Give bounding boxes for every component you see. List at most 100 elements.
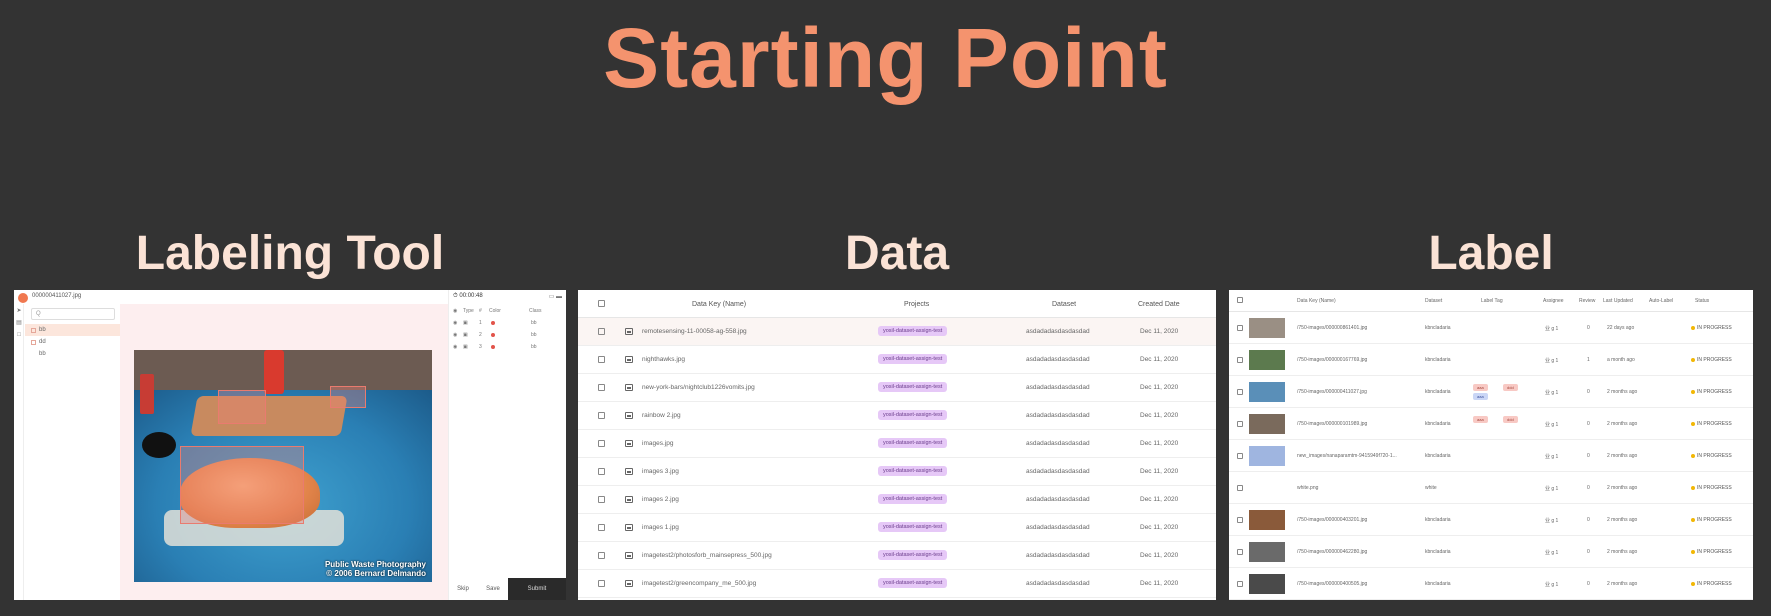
project-pill[interactable]: yosil-dataset-assign-test [878,354,948,364]
data-key[interactable]: /750-images/000000462280.jpg [1297,549,1367,555]
row-checkbox[interactable] [598,412,605,419]
row-checkbox[interactable] [1237,517,1243,523]
table-row[interactable]: /750-images/000000411027.jpg kbncladaria 业… [1229,376,1753,408]
annotation-row[interactable]: ◉ ▣ 1 bb [449,320,566,330]
table-row[interactable]: imagetest2/greencompany_me_500.jpg yosil-… [578,570,1216,598]
layer-item[interactable]: bb [25,348,120,360]
row-checkbox[interactable] [598,580,605,587]
row-checkbox[interactable] [598,552,605,559]
label-tag[interactable]: aaa [1473,384,1488,391]
table-row[interactable]: images 2.jpg yosil-dataset-assign-test asd… [578,486,1216,514]
table-row[interactable]: /750-images/000000403201.jpg kbncladaria 业… [1229,504,1753,536]
row-checkbox[interactable] [1237,325,1243,331]
project-pill[interactable]: yosil-dataset-assign-test [878,382,948,392]
table-row[interactable]: /750-images/000000861401.jpg kbncladaria 业… [1229,312,1753,344]
data-key[interactable]: images 1.jpg [642,524,679,531]
row-checkbox[interactable] [1237,421,1243,427]
layer-item[interactable]: dd [25,336,120,348]
label-tag[interactable]: aaa [1473,393,1488,400]
table-row[interactable]: new_images/nanaparamtm-9415949f720-1... k… [1229,440,1753,472]
eye-icon[interactable]: ◉ [453,332,457,338]
data-key[interactable]: /750-images/000000101989.jpg [1297,421,1367,427]
project-pill[interactable]: yosil-dataset-assign-test [878,550,948,560]
table-row[interactable]: /750-images/000000400505.jpg kbncladaria 业… [1229,568,1753,600]
row-checkbox[interactable] [598,356,605,363]
data-key[interactable]: imagetest2/greencompany_me_500.jpg [642,580,756,587]
table-row[interactable]: new-york-bars/nightclub1226vomits.jpg yos… [578,374,1216,402]
data-key[interactable]: rainbow 2.jpg [642,412,681,419]
table-row[interactable]: /750-images/000000101989.jpg kbncladaria 业… [1229,408,1753,440]
table-row[interactable]: /750-images/000000167769.jpg kbncladaria 业… [1229,344,1753,376]
annotation-canvas[interactable]: Public Waste Photography © 2006 Bernard … [120,304,448,600]
data-key[interactable]: /750-images/000000400505.jpg [1297,581,1367,587]
annotation-row[interactable]: ◉ ▣ 3 bb [449,344,566,354]
submit-button[interactable]: Submit [508,578,566,600]
data-key[interactable]: /750-images/000000861401.jpg [1297,325,1367,331]
row-checkbox[interactable] [1237,485,1243,491]
project-pill[interactable]: yosil-dataset-assign-test [878,466,948,476]
data-key[interactable]: /750-images/000000167769.jpg [1297,357,1367,363]
table-row[interactable]: /750-images/000000462280.jpg kbncladaria 业… [1229,536,1753,568]
label-tag[interactable]: aaa [1473,416,1488,423]
layer-search-input[interactable]: Q [31,308,115,320]
data-key[interactable]: /750-images/000000411027.jpg [1297,389,1367,395]
table-row[interactable]: images.jpg yosil-dataset-assign-test asdad… [578,430,1216,458]
row-checkbox[interactable] [1237,581,1243,587]
data-key[interactable]: nighthawks.jpg [642,356,685,363]
project-pill[interactable]: yosil-dataset-assign-test [878,438,948,448]
project-pill[interactable]: yosil-dataset-assign-test [878,494,948,504]
data-key[interactable]: new-york-bars/nightclub1226vomits.jpg [642,384,755,391]
data-key[interactable]: images 2.jpg [642,496,679,503]
select-all-checkbox[interactable] [1237,297,1243,303]
data-key[interactable]: white.png [1297,485,1318,491]
bounding-box[interactable] [180,446,304,524]
row-checkbox[interactable] [598,496,605,503]
layer-item[interactable]: bb [25,324,120,336]
data-key[interactable]: images 3.jpg [642,468,679,475]
data-key[interactable]: imagetest2/photosforb_mainsepress_500.jp… [642,552,772,559]
data-key[interactable]: images.jpg [642,440,673,447]
row-checkbox[interactable] [598,468,605,475]
bounding-box[interactable] [218,390,266,424]
eye-icon[interactable]: ◉ [453,320,457,326]
row-checkbox[interactable] [598,328,605,335]
project-pill[interactable]: yosil-dataset-assign-test [878,410,948,420]
assignee: 业 g 1 [1545,550,1559,556]
window-icons[interactable]: ▭ ▬ [549,293,562,300]
row-checkbox[interactable] [1237,549,1243,555]
table-row[interactable]: images 1.jpg yosil-dataset-assign-test asd… [578,514,1216,542]
row-checkbox[interactable] [598,524,605,531]
table-row[interactable]: nighthawks.jpg yosil-dataset-assign-test a… [578,346,1216,374]
row-checkbox[interactable] [1237,357,1243,363]
save-button[interactable]: Save [478,578,508,600]
table-row[interactable]: rainbow 2.jpg yosil-dataset-assign-test as… [578,402,1216,430]
label-tag[interactable]: ddd [1503,416,1518,423]
box-tool-icon[interactable]: □ [16,332,22,338]
eye-icon[interactable]: ◉ [453,344,457,350]
data-key[interactable]: /750-images/000000403201.jpg [1297,517,1367,523]
skip-button[interactable]: Skip [448,578,478,600]
row-checkbox[interactable] [1237,453,1243,459]
row-checkbox[interactable] [598,440,605,447]
project-pill[interactable]: yosil-dataset-assign-test [878,578,948,588]
annotation-row[interactable]: ◉ ▣ 2 bb [449,332,566,342]
select-all-checkbox[interactable] [598,300,605,307]
layer-label: bb [39,327,46,333]
table-row[interactable]: white.png white 业 g 1 0 2 months ago IN PROGR… [1229,472,1753,504]
project-pill[interactable]: yosil-dataset-assign-test [878,522,948,532]
layers-tool-icon[interactable]: ▤ [16,320,22,326]
column-header-tag: Label Tag [1481,298,1503,304]
table-row[interactable]: remotesensing-11-00058-ag-558.jpg yosil-d… [578,318,1216,346]
row-checkbox[interactable] [1237,389,1243,395]
bounding-box[interactable] [330,386,366,408]
cursor-tool-icon[interactable]: ➤ [16,308,22,314]
project-pill[interactable]: yosil-dataset-assign-test [878,326,948,336]
table-row[interactable]: images 3.jpg yosil-dataset-assign-test asd… [578,458,1216,486]
data-key[interactable]: new_images/nanaparamtm-9415949f720-1... [1297,453,1397,459]
data-key[interactable]: remotesensing-11-00058-ag-558.jpg [642,328,747,335]
table-row[interactable]: imagetest2/photosforb_mainsepress_500.jp… [578,542,1216,570]
row-checkbox[interactable] [598,384,605,391]
image-thumbnail [1249,510,1285,530]
label-tag[interactable]: ddd [1503,384,1518,391]
status-dot-icon [1691,550,1695,554]
